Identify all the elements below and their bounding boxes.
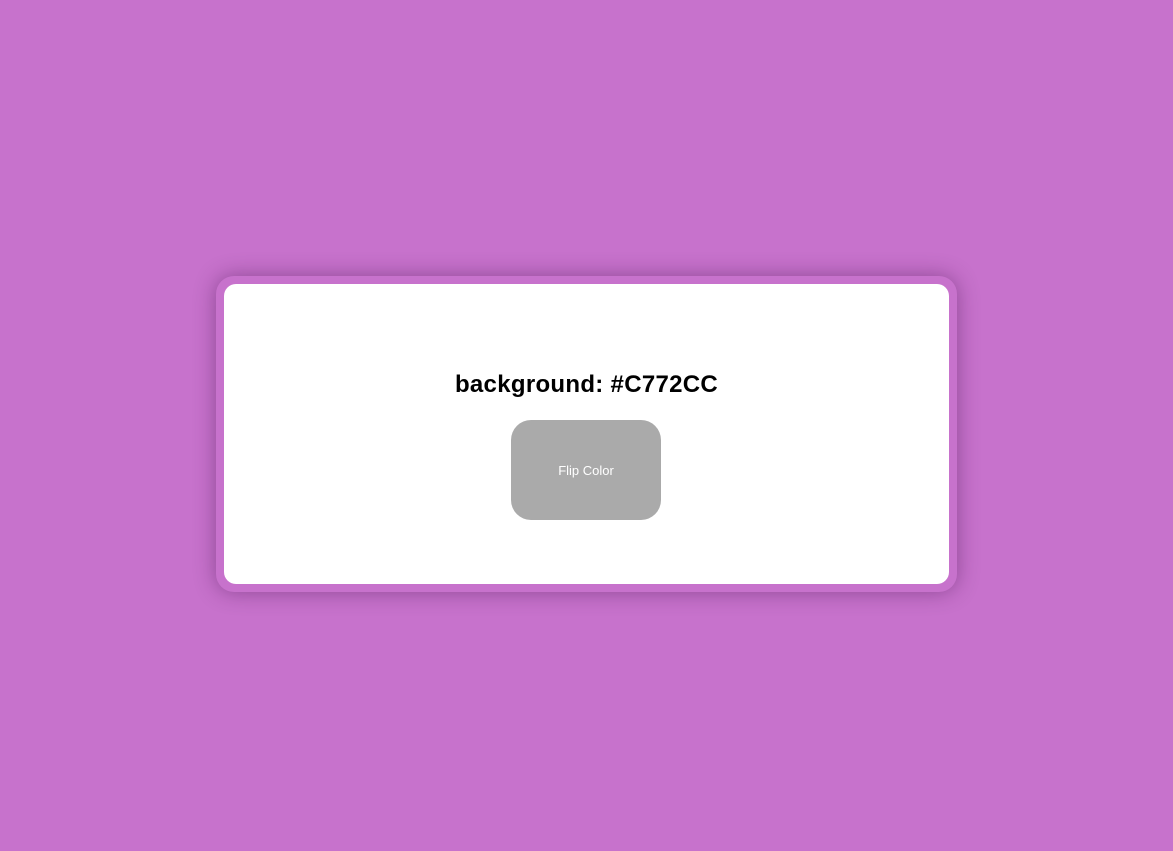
color-card: background: #C772CC Flip Color xyxy=(224,284,949,584)
background-color-label: background: #C772CC xyxy=(454,371,719,398)
card-frame: background: #C772CC Flip Color xyxy=(216,276,957,592)
flip-color-button[interactable]: Flip Color xyxy=(511,420,661,520)
page-background: { "colors": { "page_background": "#C772C… xyxy=(0,0,1173,851)
